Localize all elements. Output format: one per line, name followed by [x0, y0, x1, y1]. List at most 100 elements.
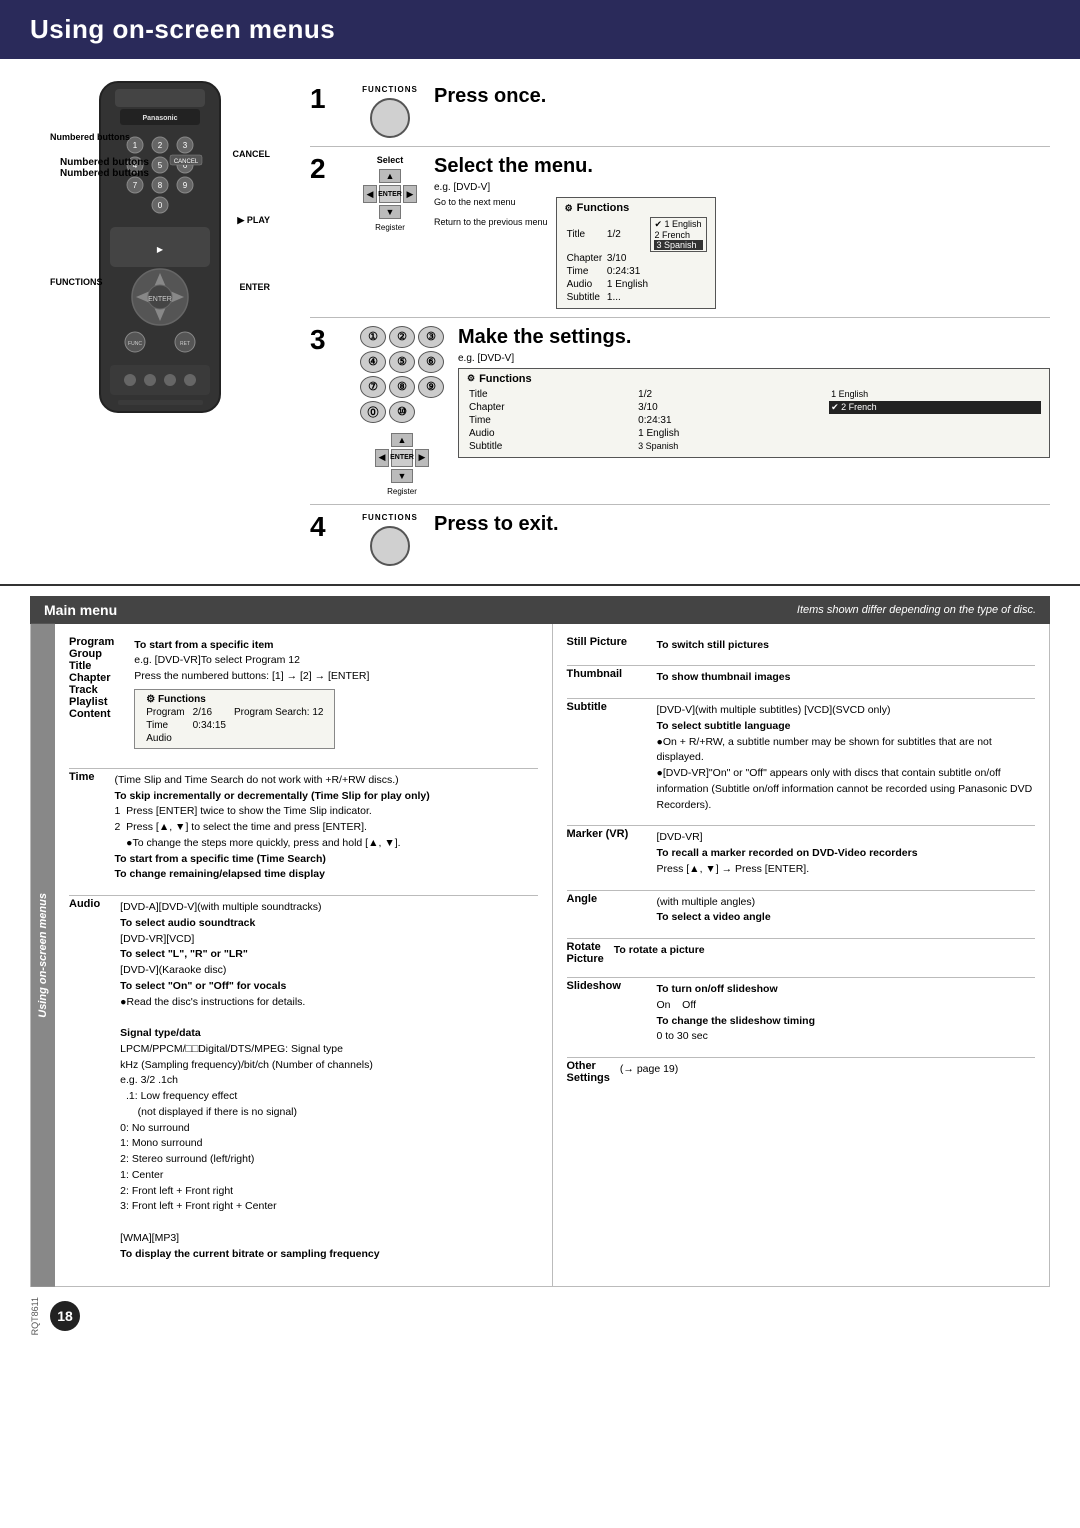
step-1-circle — [370, 98, 410, 138]
menu-row-chapter: Chapter3/10 — [565, 252, 707, 265]
step-2-enter-btn: ENTER — [379, 185, 401, 203]
step-2-menu-area: Go to the next menu Return to the previo… — [434, 197, 1050, 309]
num-btn-1: ① — [360, 326, 386, 348]
step-3-eg: e.g. [DVD-V] — [458, 353, 1050, 364]
menu-columns: Program Group Title Chapter Track Playli… — [55, 624, 1049, 1287]
page-footer: RQT8611 18 — [0, 1287, 1080, 1355]
step-2-right-arrow: ▶ — [403, 185, 417, 203]
step-2-eg: e.g. [DVD-V] — [434, 182, 1050, 193]
step-3-enter-btn: ENTER — [391, 449, 413, 467]
angle-desc: (with multiple angles) To select a video… — [657, 895, 771, 927]
step-2-down-arrow: ▼ — [379, 205, 401, 219]
rotate-picture-row: Rotate Picture To rotate a picture — [567, 941, 1036, 965]
step-4-number: 4 — [310, 513, 346, 541]
subtitle-label: Subtitle — [567, 701, 647, 713]
subtitle-row: Subtitle [DVD-V](with multiple subtitles… — [567, 701, 1036, 813]
slideshow-row: Slideshow To turn on/off slideshow On Of… — [567, 980, 1036, 1045]
step-3-lr-arrows: ◀ ENTER ▶ — [375, 449, 429, 467]
menu-left-col: Program Group Title Chapter Track Playli… — [55, 624, 553, 1287]
page-title: Using on-screen menus — [30, 14, 1050, 45]
step-3-menu-table: Title1/2 1 English Chapter3/10 ✔ 2 Frenc… — [467, 388, 1041, 453]
svg-text:CANCEL: CANCEL — [174, 159, 199, 165]
audio-main-label: Audio — [69, 898, 100, 910]
svg-text:9: 9 — [183, 181, 188, 190]
step-4-icon: FUNCTIONS — [360, 513, 420, 566]
return-label: Return to the previous menu — [434, 217, 548, 227]
step-2-title: Select the menu. — [434, 155, 1050, 178]
step-3-row: 3 ① ② ③ ④ ⑤ ⑥ ⑦ ⑧ ⑨ ⓪ ⑩ — [310, 318, 1050, 505]
svg-text:7: 7 — [133, 181, 138, 190]
step-4-functions-label: FUNCTIONS — [362, 513, 418, 522]
step-2-register-label: Register — [375, 223, 405, 232]
svg-text:RET: RET — [180, 341, 190, 347]
menu3-row-chapter: Chapter3/10 ✔ 2 French — [467, 401, 1041, 414]
menu-item-still-picture: Still Picture To switch still pictures — [567, 636, 1036, 654]
angle-row: Angle (with multiple angles) To select a… — [567, 893, 1036, 927]
main-menu-note: Items shown differ depending on the type… — [797, 604, 1036, 616]
chapter-label: Chapter — [69, 672, 114, 684]
menu-row-time: Time0:24:31 — [565, 265, 707, 278]
svg-text:▶: ▶ — [157, 245, 164, 254]
step-2-number: 2 — [310, 155, 346, 183]
program-labels-row: Program Group Title Chapter Track Playli… — [69, 636, 538, 756]
num-btn-4: ④ — [360, 351, 386, 373]
num-btn-2: ② — [389, 326, 415, 348]
num-btn-0: ⓪ — [360, 401, 386, 423]
step-3-number: 3 — [310, 326, 346, 354]
still-picture-desc: To switch still pictures — [657, 638, 769, 654]
cancel-label: CANCEL — [233, 149, 271, 159]
program-desc: To start from a specific item e.g. [DVD-… — [134, 638, 369, 685]
menu3-row-time: Time0:24:31 — [467, 414, 1041, 427]
step-2-menu-title: ⚙ Functions — [565, 202, 707, 214]
group-label: Group — [69, 648, 114, 660]
step-2-icon: Select ▲ ◀ ENTER ▶ ▼ Register — [360, 155, 420, 232]
step-1-content: Press once. — [434, 85, 1050, 112]
svg-text:1: 1 — [133, 141, 138, 150]
step-1-functions-label: FUNCTIONS — [362, 85, 418, 94]
steps-area: 1 FUNCTIONS Press once. 2 Select ▲ — [310, 77, 1050, 574]
remote-svg: Panasonic 1 2 3 4 5 6 — [80, 77, 240, 417]
num-btn-7: ⑦ — [360, 376, 386, 398]
thumbnail-desc: To show thumbnail images — [657, 670, 791, 686]
time-row: Time (Time Slip and Time Search do not w… — [69, 771, 538, 883]
step-4-title: Press to exit. — [434, 513, 1050, 536]
menu-item-rotate-picture: Rotate Picture To rotate a picture — [567, 941, 1036, 965]
time-desc: (Time Slip and Time Search do not work w… — [114, 773, 429, 883]
play-label: ▶ PLAY — [237, 215, 270, 226]
main-menu-header: Main menu Items shown differ depending o… — [30, 596, 1050, 624]
svg-text:Panasonic: Panasonic — [142, 115, 177, 122]
step-1-number: 1 — [310, 85, 346, 113]
step-3-icon: ① ② ③ ④ ⑤ ⑥ ⑦ ⑧ ⑨ ⓪ ⑩ ▲ — [360, 326, 444, 496]
svg-text:8: 8 — [158, 181, 163, 190]
step-2-select-label: Select — [377, 155, 404, 165]
svg-text:0: 0 — [158, 201, 163, 210]
playlist-label: Playlist — [69, 696, 114, 708]
step-3-register-label: Register — [387, 487, 417, 496]
menu-item-angle: Angle (with multiple angles) To select a… — [567, 893, 1036, 927]
slideshow-label: Slideshow — [567, 980, 647, 992]
step-1-row: 1 FUNCTIONS Press once. — [310, 77, 1050, 147]
other-settings-desc: (→ page 19) — [620, 1062, 678, 1078]
menu-row-subtitle: Subtitle1... — [565, 291, 707, 304]
svg-text:3: 3 — [183, 141, 188, 150]
menu-right-col: Still Picture To switch still pictures T… — [553, 624, 1050, 1287]
step-4-content: Press to exit. — [434, 513, 1050, 540]
svg-text:FUNC: FUNC — [128, 341, 142, 347]
rotate-label: Rotate — [567, 941, 604, 953]
step-3-left-arrow: ◀ — [375, 449, 389, 467]
program-func-box: ⚙ Functions Program2/16Program Search: 1… — [134, 689, 335, 749]
num-btn-5: ⑤ — [389, 351, 415, 373]
menu-item-audio: Audio [DVD-A][DVD-V](with multiple sound… — [69, 898, 538, 1262]
time-main-label: Time — [69, 771, 94, 783]
rotate-picture-desc: To rotate a picture — [614, 943, 705, 959]
rqt-label: RQT8611 — [30, 1297, 40, 1335]
top-section: Numbered buttons Numbered buttons Number… — [0, 59, 1080, 586]
step-3-right-arrow: ▶ — [415, 449, 429, 467]
step-2-content: Select the menu. e.g. [DVD-V] Go to the … — [434, 155, 1050, 309]
menu-item-thumbnail: Thumbnail To show thumbnail images — [567, 668, 1036, 686]
step-1-title: Press once. — [434, 85, 1050, 108]
marker-vr-desc: [DVD-VR] To recall a marker recorded on … — [657, 830, 918, 877]
menu-item-slideshow: Slideshow To turn on/off slideshow On Of… — [567, 980, 1036, 1045]
angle-label: Angle — [567, 893, 647, 905]
menu-row-audio: Audio1 English — [565, 278, 707, 291]
